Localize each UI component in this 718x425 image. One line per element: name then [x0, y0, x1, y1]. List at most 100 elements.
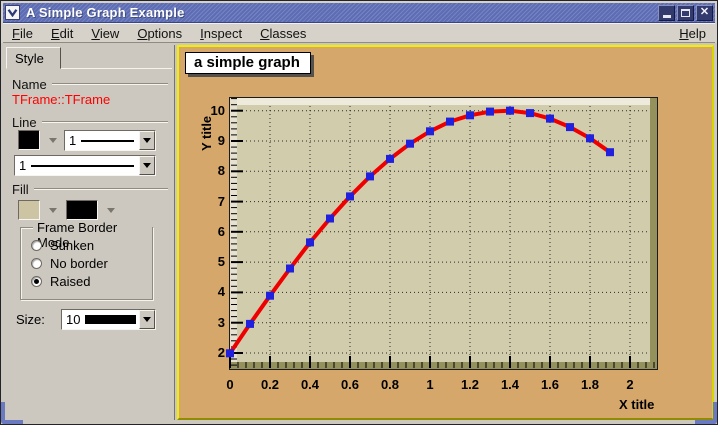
data-marker[interactable] [486, 108, 494, 116]
window-menu-icon[interactable] [5, 5, 20, 20]
maximize-icon [681, 9, 690, 17]
data-marker[interactable] [506, 107, 514, 115]
line-width-value: 1 [19, 158, 26, 173]
fill-color-dropdown-icon[interactable] [46, 200, 59, 220]
line-width-dropdown-icon[interactable] [139, 156, 155, 175]
close-icon: ✕ [700, 7, 709, 18]
line-style-preview [81, 140, 134, 142]
data-marker[interactable] [446, 118, 454, 126]
data-marker[interactable] [286, 265, 294, 273]
root-window: A Simple Graph Example ✕ FileEditViewOpt… [0, 0, 718, 425]
y-tick-label: 7 [183, 194, 225, 209]
data-marker[interactable] [566, 123, 574, 131]
radio-label: No border [50, 256, 108, 271]
data-marker[interactable] [326, 215, 334, 223]
data-marker[interactable] [426, 127, 434, 135]
menu-options[interactable]: Options [128, 24, 191, 43]
y-tick-label: 6 [183, 224, 225, 239]
line-divider [42, 121, 168, 123]
y-tick-label: 3 [183, 315, 225, 330]
object-name: TFrame::TFrame [12, 92, 110, 107]
data-marker[interactable] [406, 140, 414, 148]
fill-pattern-dropdown-icon[interactable] [104, 200, 117, 220]
y-tick-label: 5 [183, 254, 225, 269]
menu-edit[interactable]: Edit [42, 24, 82, 43]
data-marker[interactable] [586, 134, 594, 142]
x-axis-title[interactable]: X title [619, 397, 654, 412]
y-tick-label: 4 [183, 284, 225, 299]
data-marker[interactable] [526, 109, 534, 117]
resize-grip-bottom-right[interactable] [695, 402, 717, 424]
menu-bar: FileEditViewOptionsInspectClasses Help [3, 23, 715, 43]
data-marker[interactable] [246, 320, 254, 328]
menu-classes[interactable]: Classes [251, 24, 315, 43]
data-marker[interactable] [366, 172, 374, 180]
canvas-area[interactable]: a simple graph Y title X title 00.20.40.… [177, 45, 714, 420]
menu-items-right: Help [670, 24, 715, 43]
radio-sunken[interactable]: Sunken [31, 238, 94, 253]
data-marker[interactable] [306, 238, 314, 246]
content-area: Style Name TFrame::TFrame Line 1 1 [1, 43, 718, 425]
line-color-dropdown-icon[interactable] [46, 130, 59, 150]
size-value: 10 [66, 312, 80, 327]
maximize-button[interactable] [677, 5, 694, 21]
y-tick-label: 8 [183, 163, 225, 178]
x-tick-label: 2 [610, 377, 650, 392]
y-tick-label: 9 [183, 133, 225, 148]
name-divider [52, 83, 168, 85]
line-width-combobox[interactable]: 1 [14, 155, 156, 176]
menu-inspect[interactable]: Inspect [191, 24, 251, 43]
data-marker[interactable] [546, 115, 554, 123]
frame-border-mode-groupbox: Frame Border Mode SunkenNo borderRaised [20, 227, 153, 300]
x-tick-label: 1.8 [570, 377, 610, 392]
fill-color-swatch[interactable] [18, 200, 40, 220]
minimize-button[interactable] [658, 5, 675, 21]
size-combobox[interactable]: 10 [61, 309, 156, 330]
x-tick-label: 0.2 [250, 377, 290, 392]
line-style-value: 1 [69, 133, 76, 148]
close-button[interactable]: ✕ [696, 5, 713, 21]
resize-grip-bottom-left[interactable] [1, 402, 23, 424]
line-style-combobox[interactable]: 1 [64, 130, 156, 151]
menu-view[interactable]: View [82, 24, 128, 43]
line-label: Line [12, 115, 37, 130]
radio-icon [31, 258, 42, 269]
minimize-icon [663, 15, 671, 18]
data-marker[interactable] [386, 155, 394, 163]
x-tick-label: 1.4 [490, 377, 530, 392]
tab-style[interactable]: Style [6, 47, 61, 69]
graph-title[interactable]: a simple graph [185, 52, 311, 74]
menu-items: FileEditViewOptionsInspectClasses [3, 24, 315, 43]
line-width-preview [31, 165, 134, 167]
tab-divider [61, 68, 172, 69]
fill-label: Fill [12, 182, 29, 197]
x-tick-label: 1.2 [450, 377, 490, 392]
line-section-header: Line [12, 115, 168, 129]
fill-pattern-swatch[interactable] [66, 200, 98, 220]
line-style-dropdown-icon[interactable] [139, 131, 155, 150]
x-tick-label: 1.6 [530, 377, 570, 392]
plot-svg [230, 98, 657, 369]
style-editor-panel: Style Name TFrame::TFrame Line 1 1 [4, 45, 175, 420]
window-title: A Simple Graph Example [26, 5, 185, 20]
plot-frame[interactable] [230, 98, 657, 369]
radio-raised[interactable]: Raised [31, 274, 90, 289]
data-marker[interactable] [606, 148, 614, 156]
size-preview-bar [85, 315, 136, 324]
size-label: Size: [16, 312, 45, 327]
size-dropdown-icon[interactable] [139, 310, 155, 329]
data-marker[interactable] [346, 192, 354, 200]
name-section-header: Name [12, 77, 168, 91]
radio-label: Raised [50, 274, 90, 289]
title-bar[interactable]: A Simple Graph Example ✕ [3, 3, 715, 23]
menu-file[interactable]: File [3, 24, 42, 43]
x-tick-label: 0.8 [370, 377, 410, 392]
data-marker[interactable] [266, 292, 274, 300]
x-tick-label: 0.4 [290, 377, 330, 392]
fill-divider [34, 188, 168, 190]
data-marker[interactable] [466, 111, 474, 119]
data-marker[interactable] [226, 349, 234, 357]
line-color-swatch[interactable] [18, 130, 40, 150]
menu-help[interactable]: Help [670, 24, 715, 43]
radio-no-border[interactable]: No border [31, 256, 108, 271]
